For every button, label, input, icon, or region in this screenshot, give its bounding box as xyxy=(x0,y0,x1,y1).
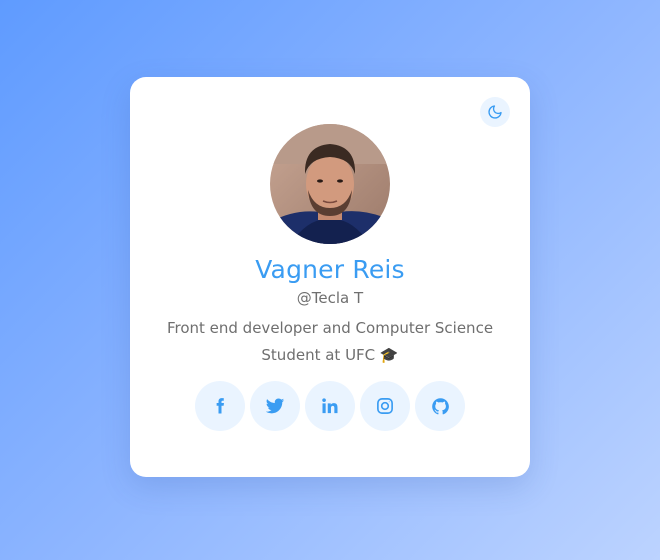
facebook-link[interactable] xyxy=(195,381,245,431)
linkedin-link[interactable] xyxy=(305,381,355,431)
profile-name: Vagner Reis xyxy=(255,255,405,284)
moon-icon xyxy=(488,105,502,119)
profile-bio: Front end developer and Computer Science… xyxy=(166,319,494,364)
github-link[interactable] xyxy=(415,381,465,431)
github-icon xyxy=(431,397,449,414)
twitter-icon xyxy=(265,398,285,414)
theme-toggle-button[interactable] xyxy=(480,97,510,127)
instagram-link[interactable] xyxy=(360,381,410,431)
facebook-icon xyxy=(216,398,224,414)
linkedin-icon xyxy=(322,398,338,414)
twitter-link[interactable] xyxy=(250,381,300,431)
instagram-icon xyxy=(377,398,393,414)
profile-handle: @Tecla T xyxy=(296,289,364,307)
avatar xyxy=(270,124,390,244)
profile-card: Vagner Reis @Tecla T Front end developer… xyxy=(130,77,530,477)
social-links xyxy=(195,381,465,431)
